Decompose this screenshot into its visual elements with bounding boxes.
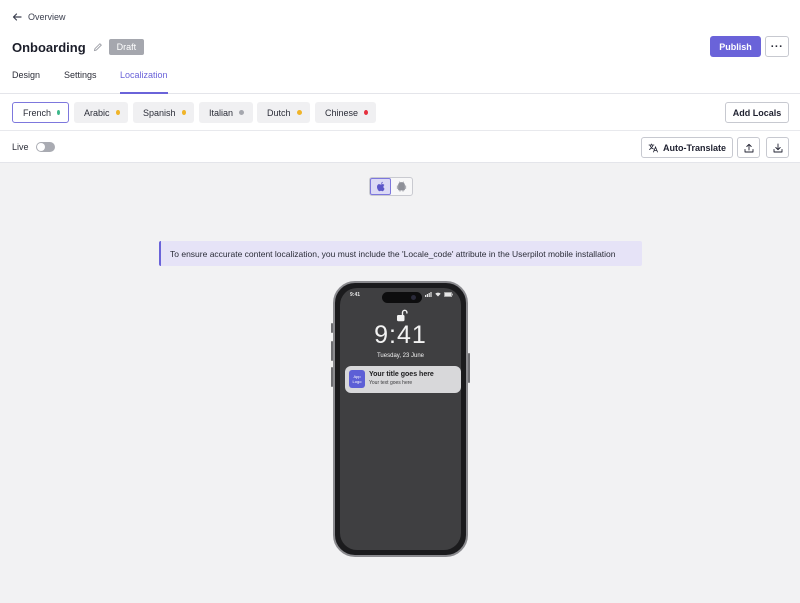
platform-android-button[interactable] bbox=[391, 178, 412, 195]
language-bar: French Arabic Spanish Italian Dutch Chin… bbox=[0, 95, 800, 131]
status-dot bbox=[296, 110, 302, 115]
battery-icon bbox=[444, 292, 453, 297]
status-dot bbox=[364, 110, 368, 115]
platform-ios-button[interactable] bbox=[370, 178, 392, 195]
live-toggle-row: Live bbox=[12, 140, 55, 154]
info-banner-text: To ensure accurate content localization,… bbox=[170, 248, 616, 259]
android-icon bbox=[396, 181, 407, 192]
phone-side-button bbox=[468, 353, 470, 383]
status-dot bbox=[239, 110, 245, 115]
language-label: Dutch bbox=[267, 107, 291, 118]
phone-side-button bbox=[331, 323, 333, 333]
download-icon bbox=[773, 143, 782, 152]
phone-screen: 9:41 9:41 Tuesday, 23 June App Logo Your… bbox=[340, 288, 461, 550]
more-options-button[interactable]: ··· bbox=[765, 36, 789, 57]
language-chip-italian[interactable]: Italian bbox=[199, 102, 253, 123]
language-chip-spanish[interactable]: Spanish bbox=[133, 102, 194, 123]
language-chip-chinese[interactable]: Chinese bbox=[315, 102, 376, 123]
locale-info-banner: To ensure accurate content localization,… bbox=[159, 241, 642, 266]
language-chip-dutch[interactable]: Dutch bbox=[257, 102, 310, 123]
notification-title: Your title goes here bbox=[369, 371, 434, 378]
more-icon: ··· bbox=[770, 40, 784, 53]
phone-preview: 9:41 9:41 Tuesday, 23 June App Logo Your… bbox=[331, 281, 470, 557]
back-to-overview-link[interactable]: Overview bbox=[12, 9, 66, 25]
tab-localization[interactable]: Localization bbox=[120, 70, 168, 94]
signal-icon bbox=[425, 292, 432, 297]
status-dot bbox=[181, 110, 186, 115]
tab-design[interactable]: Design bbox=[12, 70, 40, 94]
language-label: Arabic bbox=[84, 107, 110, 118]
phone-side-button bbox=[331, 341, 333, 361]
language-label: Chinese bbox=[325, 107, 359, 118]
notification-text: Your text goes here bbox=[369, 380, 413, 386]
lock-screen-time: 9:41 bbox=[374, 321, 427, 349]
upload-icon bbox=[744, 143, 753, 152]
publish-button[interactable]: Publish bbox=[710, 36, 761, 57]
download-button[interactable] bbox=[766, 137, 789, 158]
status-dot bbox=[57, 110, 60, 115]
status-dot bbox=[115, 110, 120, 115]
dynamic-island bbox=[382, 292, 422, 303]
tab-bar: Design Settings Localization bbox=[0, 62, 800, 94]
upload-button[interactable] bbox=[737, 137, 760, 158]
back-link-label: Overview bbox=[28, 12, 66, 22]
language-chip-french[interactable]: French bbox=[12, 102, 69, 123]
tab-settings[interactable]: Settings bbox=[64, 70, 97, 94]
status-bar-time: 9:41 bbox=[350, 292, 361, 298]
platform-toggle bbox=[369, 177, 413, 196]
page-title: Onboarding bbox=[12, 39, 86, 55]
title-row: Onboarding Draft bbox=[12, 37, 145, 57]
app-logo: App Logo bbox=[349, 370, 365, 388]
arrow-left-icon bbox=[12, 13, 22, 21]
live-toggle[interactable] bbox=[35, 142, 55, 152]
language-label: French bbox=[23, 107, 52, 118]
push-notification-preview[interactable]: App Logo Your title goes here Your text … bbox=[345, 366, 461, 393]
add-locals-button[interactable]: Add Locals bbox=[725, 102, 789, 123]
lock-screen-date: Tuesday, 23 June bbox=[376, 353, 425, 359]
status-bar-icons bbox=[425, 292, 453, 297]
apple-icon bbox=[376, 181, 385, 192]
pencil-icon[interactable] bbox=[93, 42, 103, 52]
auto-translate-button[interactable]: Auto-Translate bbox=[641, 137, 733, 158]
translate-icon bbox=[648, 143, 658, 152]
live-label: Live bbox=[12, 142, 29, 152]
language-label: Italian bbox=[209, 107, 234, 118]
status-badge: Draft bbox=[108, 39, 145, 55]
language-label: Spanish bbox=[143, 107, 176, 118]
phone-side-button bbox=[331, 367, 333, 387]
auto-translate-label: Auto-Translate bbox=[662, 142, 726, 153]
wifi-icon bbox=[435, 292, 441, 297]
language-chip-arabic[interactable]: Arabic bbox=[74, 102, 128, 123]
